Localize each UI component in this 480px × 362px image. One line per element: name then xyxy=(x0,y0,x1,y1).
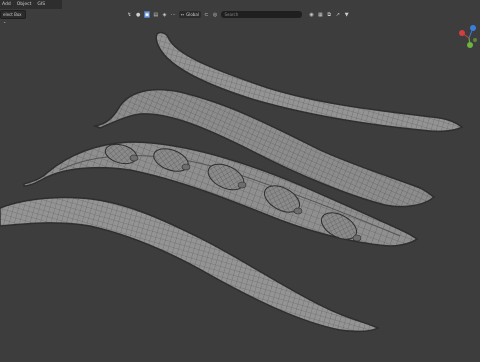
dots-icon[interactable]: ⋯ xyxy=(170,11,177,18)
3d-viewport[interactable] xyxy=(0,0,480,360)
chevron-down-icon: ⌄ xyxy=(3,19,7,24)
sphere-icon[interactable]: ● xyxy=(135,11,142,18)
overlay-icon[interactable]: ⧉ xyxy=(326,11,333,18)
navigation-gizmo[interactable] xyxy=(458,18,480,58)
y-axis-icon[interactable] xyxy=(467,42,473,48)
menu-object[interactable]: Object xyxy=(17,0,32,9)
filter-icon[interactable]: ▼ xyxy=(343,11,350,18)
grid-view-icon[interactable]: ▦ xyxy=(317,11,324,18)
select-mode-icon[interactable]: ▣ xyxy=(143,11,151,18)
select-box-dropdown[interactable]: elect Box ⌄ xyxy=(0,10,26,24)
scene-render xyxy=(0,31,464,333)
magnet-icon[interactable]: ⊂ xyxy=(203,11,210,18)
orientation-icon: ↔ xyxy=(180,12,185,17)
pivot-icon[interactable]: ◈ xyxy=(161,11,168,18)
header-menu: Add Object GIS xyxy=(0,0,62,9)
orientation-label: Global xyxy=(186,12,199,17)
menu-gis[interactable]: GIS xyxy=(37,0,45,9)
x-axis-icon[interactable] xyxy=(459,30,465,36)
transform-icon[interactable]: ▤ xyxy=(152,11,159,18)
proportional-edit-icon[interactable]: ◎ xyxy=(212,11,219,18)
select-box-label: elect Box xyxy=(3,12,22,17)
cursor-icon[interactable]: ↯ xyxy=(126,11,133,18)
orientation-dropdown[interactable]: ↔ Global xyxy=(178,11,201,18)
neg-y-axis-icon[interactable] xyxy=(473,38,477,42)
visibility-icon[interactable]: ◉ xyxy=(308,11,315,18)
menu-add[interactable]: Add xyxy=(2,0,11,9)
search-placeholder: Search xyxy=(224,12,239,17)
viewport-toolbar: ↯ ● ▣ ▤ ◈ ⋯ ↔ Global ⊂ ◎ Search ◉ ▦ ⧉ ↗ … xyxy=(126,10,350,19)
search-input[interactable]: Search xyxy=(220,11,303,18)
z-axis-icon[interactable] xyxy=(470,25,476,31)
arrow-icon[interactable]: ↗ xyxy=(335,11,342,18)
